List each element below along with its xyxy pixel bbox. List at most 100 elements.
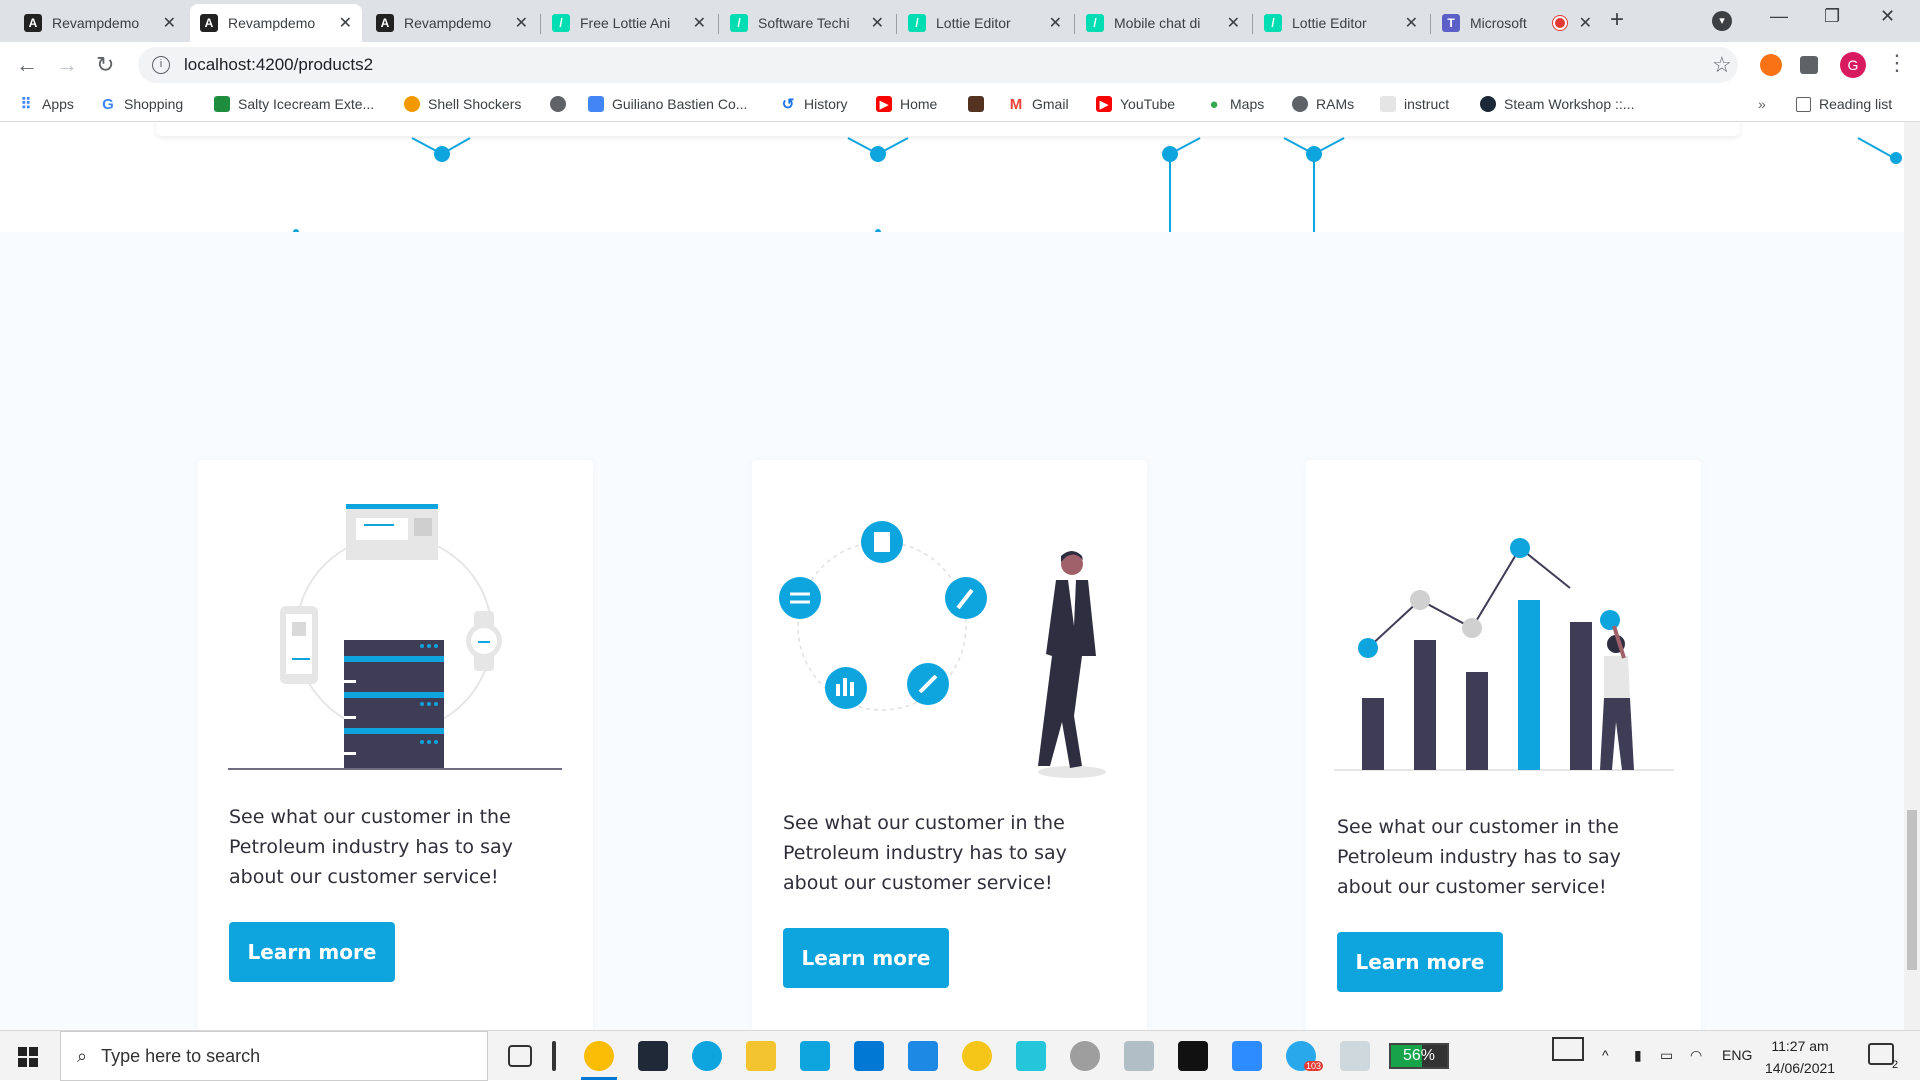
product-card: See what our customer in the Petroleum i… bbox=[198, 460, 593, 1030]
close-icon[interactable]: ✕ bbox=[163, 13, 176, 33]
history-icon: ↺ bbox=[781, 96, 795, 113]
tab-active[interactable]: A Revampdemo ✕ bbox=[190, 4, 362, 42]
file-explorer-icon[interactable] bbox=[746, 1041, 776, 1071]
tab-title: Free Lottie Ani bbox=[580, 15, 671, 31]
tab-title: Lottie Editor bbox=[936, 15, 1011, 31]
restore-icon[interactable]: ❐ bbox=[1824, 6, 1840, 27]
bookmark-salty-icecream[interactable]: Salty Icecream Exte... bbox=[214, 96, 374, 112]
address-bar[interactable]: i localhost:4200/products2 bbox=[138, 47, 1738, 83]
close-icon[interactable]: ✕ bbox=[693, 13, 706, 33]
bookmark-shopping[interactable]: G Shopping bbox=[100, 96, 183, 113]
bookmark-label: Guiliano Bastien Co... bbox=[612, 96, 748, 112]
chrome-icon[interactable] bbox=[584, 1041, 614, 1071]
forward-icon[interactable]: → bbox=[56, 52, 78, 78]
tab[interactable]: T Microsoft ✕ bbox=[1432, 4, 1602, 42]
close-icon[interactable]: ✕ bbox=[1227, 13, 1240, 33]
reload-icon[interactable]: ↻ bbox=[96, 52, 114, 78]
learn-more-button[interactable]: Learn more bbox=[783, 928, 949, 988]
bookmark-shell-shockers[interactable]: Shell Shockers bbox=[404, 96, 521, 112]
tab-title: Microsoft bbox=[1470, 15, 1527, 31]
page-scrollbar[interactable] bbox=[1904, 122, 1920, 1030]
bookmark-globe[interactable] bbox=[550, 96, 574, 112]
angular-icon: A bbox=[24, 14, 42, 32]
reading-list-button[interactable]: Reading list bbox=[1796, 96, 1892, 112]
taskbar-search-box[interactable]: ⌕ Type here to search bbox=[60, 1031, 488, 1081]
tab[interactable]: / Lottie Editor ✕ bbox=[898, 4, 1072, 42]
tab[interactable]: / Software Techi ✕ bbox=[720, 4, 894, 42]
learn-more-button[interactable]: Learn more bbox=[229, 922, 395, 982]
windows-start-icon[interactable] bbox=[18, 1047, 38, 1067]
maps-pin-icon: ● bbox=[1209, 95, 1219, 113]
bookmark-gmail[interactable]: M Gmail bbox=[1008, 95, 1069, 113]
puzzle-extensions-icon[interactable] bbox=[1800, 56, 1818, 74]
bookmark-star-icon[interactable]: ☆ bbox=[1712, 52, 1732, 78]
wifi-icon[interactable]: ◠ bbox=[1690, 1047, 1702, 1064]
battery-icon[interactable]: ▭ bbox=[1660, 1047, 1673, 1064]
tab-separator bbox=[1252, 14, 1253, 34]
bookmark-maps[interactable]: ● Maps bbox=[1206, 95, 1264, 113]
vscode-icon[interactable] bbox=[854, 1041, 884, 1071]
kebab-menu-icon[interactable]: ⋮ bbox=[1886, 50, 1908, 76]
bookmark-history[interactable]: ↺ History bbox=[780, 96, 848, 113]
close-icon[interactable]: ✕ bbox=[515, 13, 528, 33]
app-icon[interactable] bbox=[1124, 1041, 1154, 1071]
close-icon[interactable]: ✕ bbox=[1049, 13, 1062, 33]
minimize-icon[interactable]: — bbox=[1770, 6, 1788, 27]
terminal-icon[interactable] bbox=[1178, 1041, 1208, 1071]
bookmark-rams[interactable]: RAMs bbox=[1292, 96, 1354, 112]
app-icon[interactable] bbox=[1070, 1041, 1100, 1071]
bookmark-instruct[interactable]: instruct bbox=[1380, 96, 1449, 112]
growth-chart-illustration bbox=[1334, 538, 1674, 771]
lottie-icon: / bbox=[1086, 14, 1104, 32]
bookmark-label: Gmail bbox=[1032, 96, 1069, 112]
tab[interactable]: / Mobile chat di ✕ bbox=[1076, 4, 1250, 42]
language-indicator[interactable]: ENG bbox=[1722, 1047, 1752, 1063]
zoom-icon[interactable] bbox=[1232, 1041, 1262, 1071]
extension-icon bbox=[214, 96, 230, 112]
search-icon: ⌕ bbox=[77, 1045, 88, 1066]
new-tab-button[interactable]: + bbox=[1610, 6, 1624, 34]
bookmark-guiliano-doc[interactable]: Guiliano Bastien Co... bbox=[588, 96, 747, 112]
mail-icon[interactable] bbox=[908, 1041, 938, 1071]
teams-icon: T bbox=[1442, 14, 1460, 32]
bookmark-youtube[interactable]: ▶ YouTube bbox=[1096, 96, 1175, 112]
bookmark-apps[interactable]: ⠿ Apps bbox=[18, 96, 74, 113]
bookmark-photo[interactable] bbox=[968, 96, 992, 112]
avatar[interactable]: G bbox=[1840, 52, 1866, 78]
page-viewport: See what our customer in the Petroleum i… bbox=[0, 122, 1904, 1030]
close-icon[interactable]: ✕ bbox=[1405, 13, 1418, 33]
back-icon[interactable]: ← bbox=[16, 52, 38, 78]
gmail-icon: M bbox=[1009, 95, 1023, 113]
l-app-icon[interactable] bbox=[800, 1041, 830, 1071]
learn-more-button[interactable]: Learn more bbox=[1337, 932, 1503, 992]
chevron-up-icon[interactable]: ^ bbox=[1602, 1047, 1609, 1063]
task-view-icon[interactable] bbox=[508, 1045, 532, 1067]
paint-icon[interactable] bbox=[1340, 1041, 1370, 1071]
tab-search-icon[interactable]: ▾ bbox=[1712, 11, 1732, 31]
app-icon[interactable] bbox=[1016, 1041, 1046, 1071]
card-description: See what our customer in the Petroleum i… bbox=[229, 806, 513, 888]
close-window-icon[interactable]: ✕ bbox=[1880, 6, 1895, 27]
tab[interactable]: / Lottie Editor ✕ bbox=[1254, 4, 1428, 42]
battery-indicator[interactable]: 56% bbox=[1389, 1043, 1449, 1069]
bookmark-steam-workshop[interactable]: Steam Workshop ::... bbox=[1480, 96, 1634, 112]
close-icon[interactable]: ✕ bbox=[339, 13, 352, 33]
tab[interactable]: A Revampdemo ✕ bbox=[366, 4, 538, 42]
extension-icon[interactable] bbox=[1760, 54, 1782, 76]
close-icon[interactable]: ✕ bbox=[1579, 13, 1592, 33]
app-icon[interactable] bbox=[962, 1041, 992, 1071]
site-info-icon[interactable]: i bbox=[152, 56, 170, 74]
scrollbar-thumb[interactable] bbox=[1907, 810, 1917, 970]
tab[interactable]: / Free Lottie Ani ✕ bbox=[542, 4, 716, 42]
bookmark-label: Steam Workshop ::... bbox=[1504, 96, 1635, 112]
app-icon[interactable] bbox=[638, 1041, 668, 1071]
more-bookmarks-chevron-icon[interactable]: » bbox=[1758, 96, 1766, 112]
news-icon[interactable] bbox=[1552, 1037, 1584, 1061]
microphone-icon[interactable]: ▮ bbox=[1634, 1047, 1642, 1064]
close-icon[interactable]: ✕ bbox=[871, 13, 884, 33]
tab[interactable]: A Revampdemo ✕ bbox=[14, 4, 186, 42]
bookmark-home[interactable]: ▶ Home bbox=[876, 96, 937, 112]
notifications-icon[interactable] bbox=[1868, 1043, 1894, 1065]
clock[interactable]: 11:27 am 14/06/2021 bbox=[1765, 1035, 1835, 1079]
edge-icon[interactable] bbox=[692, 1041, 722, 1071]
